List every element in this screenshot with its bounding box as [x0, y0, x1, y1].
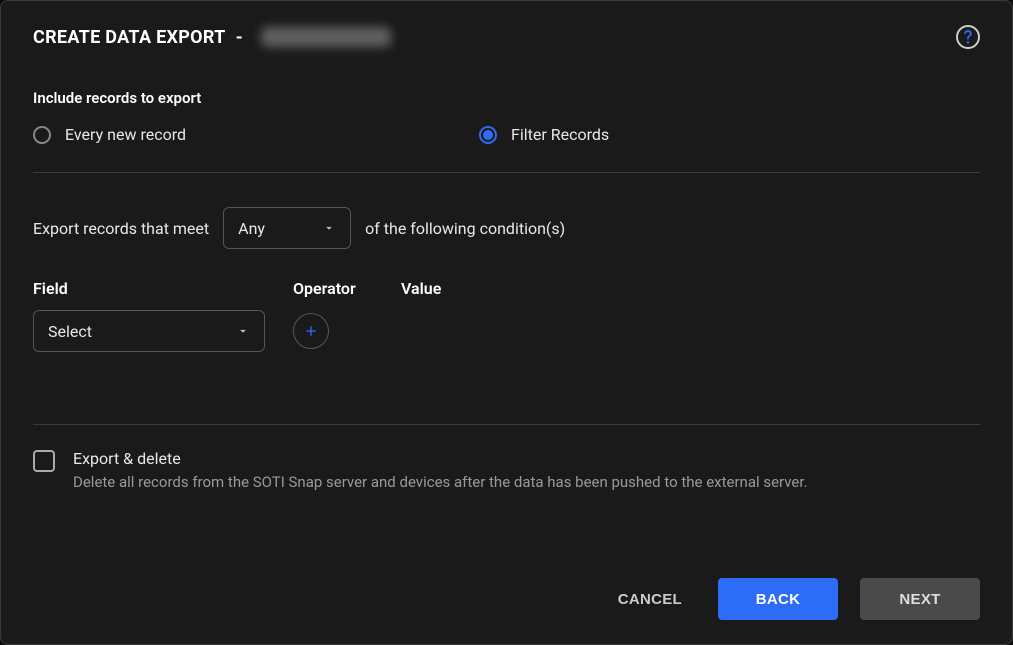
- export-delete-text: Export & delete Delete all records from …: [73, 449, 808, 493]
- radio-label-every: Every new record: [65, 125, 186, 144]
- modal-footer: CANCEL BACK NEXT: [1, 558, 1012, 644]
- redacted-name: [261, 27, 391, 47]
- divider: [33, 172, 980, 173]
- field-header: Field: [33, 279, 265, 298]
- radio-circle-icon: [33, 126, 51, 144]
- modal-header: CREATE DATA EXPORT -: [1, 1, 1012, 65]
- chevron-down-icon: [236, 324, 250, 338]
- operator-header: Operator: [293, 279, 373, 298]
- modal-content: Include records to export Every new reco…: [1, 65, 1012, 558]
- radio-label-filter: Filter Records: [511, 125, 609, 144]
- field-select[interactable]: Select: [33, 310, 265, 352]
- condition-columns: Field Select Operator Value: [33, 279, 980, 352]
- radio-filter-records[interactable]: Filter Records: [479, 125, 609, 144]
- include-section-label: Include records to export: [33, 89, 980, 107]
- condition-prefix: Export records that meet: [33, 219, 209, 238]
- add-condition-button[interactable]: [293, 313, 329, 349]
- radio-circle-selected-icon: [479, 126, 497, 144]
- condition-sentence: Export records that meet Any of the foll…: [33, 207, 980, 249]
- chevron-down-icon: [322, 221, 336, 235]
- condition-suffix: of the following condition(s): [365, 219, 565, 238]
- export-delete-title: Export & delete: [73, 449, 808, 468]
- divider: [33, 424, 980, 425]
- next-button[interactable]: NEXT: [860, 578, 980, 620]
- create-data-export-modal: CREATE DATA EXPORT - Include records to …: [0, 0, 1013, 645]
- title-dash: -: [236, 27, 243, 48]
- plus-icon: [303, 323, 319, 339]
- title-group: CREATE DATA EXPORT -: [33, 27, 391, 48]
- export-delete-row: Export & delete Delete all records from …: [33, 449, 980, 493]
- match-mode-select[interactable]: Any: [223, 207, 351, 249]
- value-column: Value: [401, 279, 980, 352]
- operator-column: Operator: [293, 279, 373, 352]
- export-delete-checkbox[interactable]: [33, 450, 55, 472]
- include-radio-group: Every new record Filter Records: [33, 125, 980, 144]
- value-header: Value: [401, 279, 980, 298]
- modal-title: CREATE DATA EXPORT: [33, 27, 226, 48]
- field-column: Field Select: [33, 279, 265, 352]
- field-select-value: Select: [48, 322, 92, 341]
- radio-every-new-record[interactable]: Every new record: [33, 125, 186, 144]
- cancel-button[interactable]: CANCEL: [604, 578, 696, 620]
- export-delete-description: Delete all records from the SOTI Snap se…: [73, 472, 808, 493]
- help-icon[interactable]: [956, 25, 980, 49]
- match-mode-value: Any: [238, 219, 265, 238]
- back-button[interactable]: BACK: [718, 578, 838, 620]
